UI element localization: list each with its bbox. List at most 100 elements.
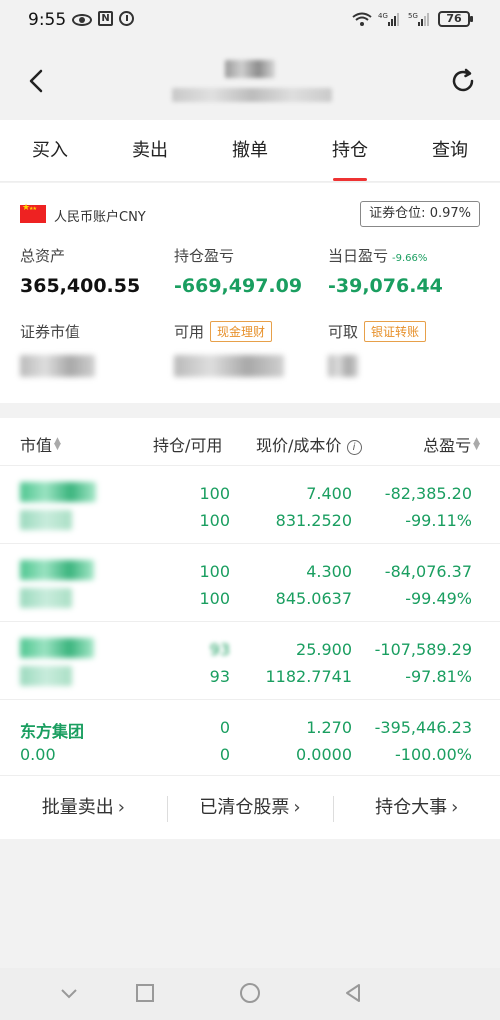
nav-home-button[interactable] xyxy=(238,982,262,1010)
system-nav-bar xyxy=(0,968,500,1020)
status-time: 9:55 xyxy=(28,10,67,30)
svg-text:4G: 4G xyxy=(378,12,388,20)
header-market-value[interactable]: 市值 ▲ ▼ xyxy=(20,432,61,456)
header-total-pl[interactable]: 总盈亏 ▲ ▼ xyxy=(423,432,480,456)
withdrawable-label: 可取 xyxy=(328,323,359,341)
bank-transfer-button[interactable]: 银证转账 xyxy=(364,321,427,342)
table-row[interactable]: 东方集团 0.00 0 0 1.270 0.0000 -395,446.23 -… xyxy=(0,700,500,778)
total-assets-value: 365,400.55 xyxy=(20,275,141,297)
account-subtitle-redacted xyxy=(172,88,332,102)
available-qty: 0 xyxy=(219,745,230,764)
chevron-right-icon: › xyxy=(293,797,301,818)
nav-recents-button[interactable] xyxy=(134,982,156,1008)
available-qty: 93 xyxy=(209,667,230,686)
sort-icon: ▲ ▼ xyxy=(473,436,480,452)
svg-text:5G: 5G xyxy=(408,12,418,20)
daily-pl-pct: -9.66% xyxy=(392,253,428,264)
stock-value-redacted xyxy=(20,588,72,608)
account-title-redacted xyxy=(225,60,275,78)
status-right: 4G 5G 76 xyxy=(352,11,473,27)
sort-icon: ▲ ▼ xyxy=(54,436,61,452)
position-ratio-label: 证券仓位: xyxy=(369,206,426,221)
tab-buy[interactable]: 买入 xyxy=(0,120,100,181)
holding-events-button[interactable]: 持仓大事 › xyxy=(333,776,500,839)
cash-management-button[interactable]: 现金理财 xyxy=(210,321,273,342)
battery-indicator: 76 xyxy=(438,11,473,27)
back-arrow-icon xyxy=(29,69,43,93)
stock-name-redacted xyxy=(20,482,96,502)
refresh-icon xyxy=(452,68,474,92)
cost-price: 845.0637 xyxy=(275,589,352,608)
header-price: 现价/成本价 i xyxy=(256,432,362,456)
daily-pl-label-group: 当日盈亏 -9.66% xyxy=(328,245,427,266)
nav-collapse-button[interactable] xyxy=(58,982,80,1008)
stock-value-redacted xyxy=(20,510,72,530)
total-pl: -395,446.23 xyxy=(374,718,472,737)
current-price: 7.400 xyxy=(306,484,352,503)
signal-5g-icon: 5G xyxy=(408,11,432,27)
position-ratio-badge[interactable]: 证券仓位: 0.97% xyxy=(360,201,480,227)
cost-price: 1182.7741 xyxy=(265,667,352,686)
wifi-icon xyxy=(352,12,372,26)
available-qty: 100 xyxy=(199,511,230,530)
triangle-back-icon xyxy=(346,984,360,1002)
position-ratio-value: 0.97% xyxy=(429,206,471,221)
current-price: 4.300 xyxy=(306,562,352,581)
signal-4g-icon: 4G xyxy=(378,11,402,27)
qty: 100 xyxy=(199,484,230,503)
cleared-stocks-button[interactable]: 已清仓股票 › xyxy=(166,776,334,839)
available-label: 可用 xyxy=(174,323,205,341)
currency-account-label: 人民币账户CNY xyxy=(54,210,146,225)
available-value-redacted xyxy=(174,355,284,377)
table-row[interactable]: 100 100 7.400 831.2520 -82,385.20 -99.11… xyxy=(0,466,500,544)
trade-tabs: 买入 卖出 撤单 持仓 查询 xyxy=(0,120,500,182)
chevron-down-icon xyxy=(61,989,77,999)
status-bar: 9:55 N 4G 5G 76 xyxy=(0,0,500,40)
market-value-redacted xyxy=(20,355,95,377)
qty: 93 xyxy=(209,640,230,659)
holding-pl-value: -669,497.09 xyxy=(174,275,303,297)
table-row[interactable]: 93 93 25.900 1182.7741 -107,589.29 -97.8… xyxy=(0,622,500,700)
alarm-icon xyxy=(119,11,134,26)
batch-sell-button[interactable]: 批量卖出 › xyxy=(0,776,167,839)
tab-sell[interactable]: 卖出 xyxy=(100,120,200,181)
tab-query[interactable]: 查询 xyxy=(400,120,500,181)
daily-pl-label: 当日盈亏 xyxy=(328,247,389,265)
chevron-right-icon: › xyxy=(451,797,459,818)
available-group: 可用 现金理财 xyxy=(174,321,273,342)
available-qty: 100 xyxy=(199,589,230,608)
total-pl-pct: -99.11% xyxy=(405,511,472,530)
info-icon[interactable]: i xyxy=(346,440,362,455)
china-flag-icon xyxy=(20,203,46,223)
table-row[interactable]: 100 100 4.300 845.0637 -84,076.37 -99.49… xyxy=(0,544,500,622)
chevron-right-icon: › xyxy=(117,797,125,818)
withdrawable-group: 可取 银证转账 xyxy=(328,321,427,342)
daily-pl-value: -39,076.44 xyxy=(328,275,443,297)
total-pl-pct: -97.81% xyxy=(405,667,472,686)
holdings-actions: 批量卖出 › 已清仓股票 › 持仓大事 › xyxy=(0,775,500,839)
tab-cancel[interactable]: 撤单 xyxy=(200,120,300,181)
cost-price: 831.2520 xyxy=(275,511,352,530)
total-pl: -107,589.29 xyxy=(374,640,472,659)
header-position: 持仓/可用 xyxy=(153,436,223,455)
nav-back-button[interactable] xyxy=(342,982,364,1008)
stock-value-redacted xyxy=(20,666,72,686)
total-assets-label: 总资产 xyxy=(20,247,66,265)
status-icons: N xyxy=(72,11,134,26)
stock-name-redacted xyxy=(20,560,94,580)
current-price: 25.900 xyxy=(296,640,352,659)
stock-name-redacted xyxy=(20,638,94,658)
qty: 0 xyxy=(219,718,230,737)
withdrawable-value-redacted xyxy=(328,355,358,377)
tab-holdings[interactable]: 持仓 xyxy=(300,120,400,181)
holding-pl-label: 持仓盈亏 xyxy=(174,247,235,265)
qty: 100 xyxy=(199,562,230,581)
account-summary: 人民币账户CNY 证券仓位: 0.97% 总资产 365,400.55 持仓盈亏… xyxy=(0,183,500,403)
back-button[interactable] xyxy=(22,66,52,96)
title-bar xyxy=(0,40,500,120)
refresh-button[interactable] xyxy=(448,66,478,96)
total-pl-pct: -100.00% xyxy=(395,745,472,764)
eye-icon xyxy=(72,14,92,26)
stock-market-value: 0.00 xyxy=(20,745,56,764)
market-value-label-redacted xyxy=(80,321,110,343)
